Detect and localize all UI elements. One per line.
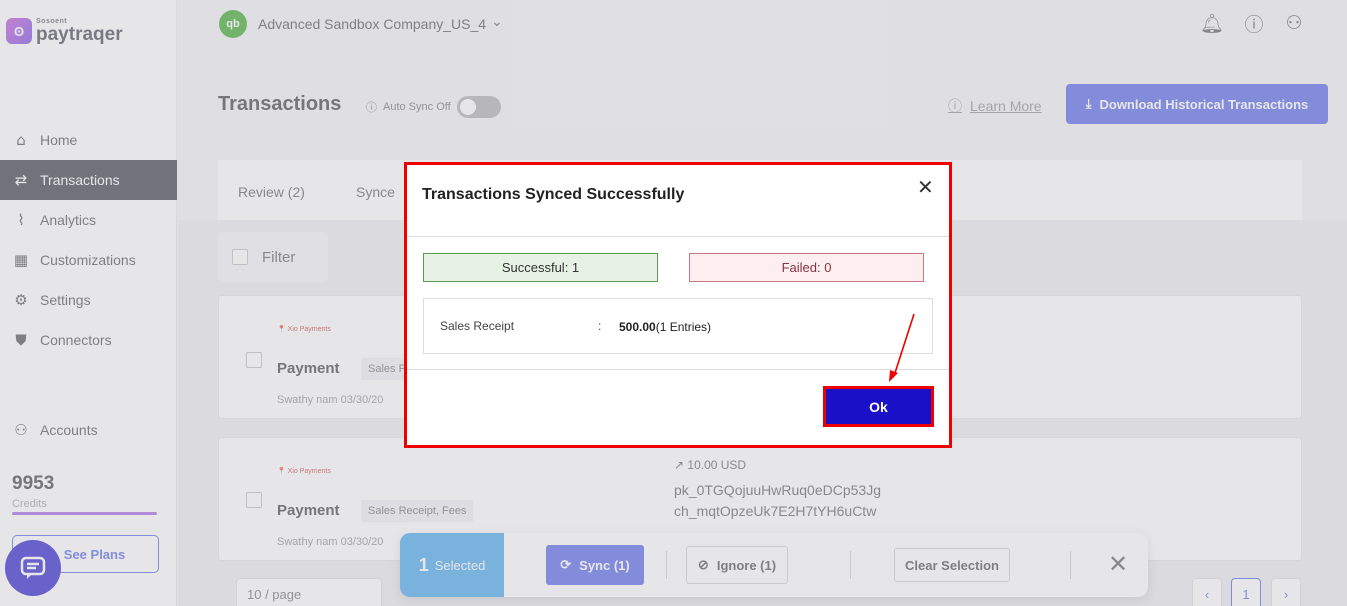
modal-header: Transactions Synced Successfully ✕: [407, 165, 949, 237]
entry-value: 500.00(1 Entries): [619, 320, 712, 334]
sync-result-modal: Transactions Synced Successfully ✕ Succe…: [404, 162, 952, 448]
modal-footer-divider: [407, 369, 949, 370]
successful-count: Successful: 1: [423, 253, 658, 282]
entry-colon: :: [598, 319, 602, 333]
ok-button[interactable]: Ok: [826, 389, 931, 424]
close-icon[interactable]: ✕: [917, 175, 934, 199]
failed-count: Failed: 0: [689, 253, 924, 282]
annotation-arrow: [889, 313, 915, 382]
ok-highlight: Ok: [823, 386, 934, 427]
entries-summary: Sales Receipt : 500.00(1 Entries): [423, 298, 933, 354]
entry-type: Sales Receipt: [440, 319, 515, 333]
modal-title: Transactions Synced Successfully: [422, 186, 685, 203]
